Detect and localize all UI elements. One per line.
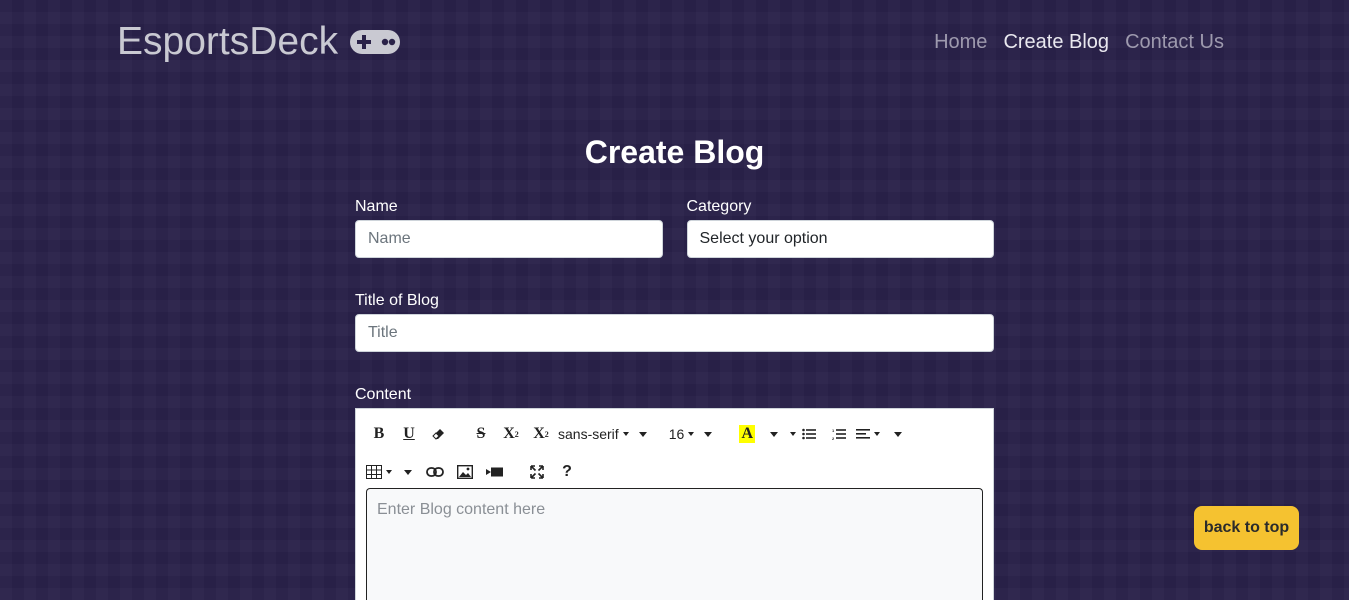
ordered-list-icon[interactable]: 12 (826, 421, 852, 447)
nav-link-create-blog[interactable]: Create Blog (1003, 31, 1109, 54)
align-left-icon (856, 429, 871, 439)
navbar: EsportsDeck Home Create Blog Contact Us (0, 0, 1349, 90)
bold-button[interactable]: B (366, 421, 392, 447)
superscript-button[interactable]: X2 (498, 421, 524, 447)
page-title: Create Blog (584, 134, 765, 170)
content-editable-area[interactable]: Enter Blog content here (366, 488, 983, 600)
text-color-icon: A (739, 425, 756, 443)
toolbar-row-2: ? (366, 453, 983, 491)
help-button[interactable]: ? (554, 459, 580, 485)
video-icon[interactable] (482, 459, 508, 485)
fullscreen-icon[interactable] (524, 459, 550, 485)
chevron-down-icon (770, 431, 779, 437)
chevron-down-icon (894, 431, 903, 437)
text-color-button[interactable]: A (734, 421, 760, 447)
font-size-dropdown[interactable]: 16 (669, 426, 713, 442)
content-label: Content (355, 386, 412, 403)
brand-link[interactable]: EsportsDeck (117, 20, 402, 64)
chevron-down-icon (704, 431, 713, 437)
eraser-icon[interactable] (426, 421, 452, 447)
content-placeholder: Enter Blog content here (377, 501, 546, 518)
brand-name: EsportsDeck (117, 20, 339, 63)
name-input[interactable] (355, 220, 663, 258)
font-family-dropdown[interactable]: sans-serif (558, 426, 647, 442)
editor-toolbar: B U S X2 X2 sans-serif 16 A 1 2 ? (356, 409, 993, 491)
svg-text:2: 2 (832, 436, 835, 440)
superscript-label: X (503, 425, 515, 442)
chevron-down-icon (874, 432, 881, 436)
table-icon (366, 465, 382, 479)
font-family-value: sans-serif (558, 426, 619, 442)
font-size-value: 16 (668, 426, 685, 442)
name-group: Name (355, 198, 663, 258)
name-category-row: Name Category Select your option (355, 198, 994, 258)
unordered-list-icon[interactable] (796, 421, 822, 447)
title-input[interactable] (355, 314, 994, 352)
subscript-button[interactable]: X2 (528, 421, 554, 447)
chevron-down-icon (404, 469, 412, 475)
gamepad-icon (350, 30, 401, 54)
category-label: Category (686, 198, 752, 215)
nav-link-home[interactable]: Home (934, 31, 987, 54)
rich-text-editor: B U S X2 X2 sans-serif 16 A 1 2 ? Enter … (355, 408, 994, 600)
toolbar-row-1: B U S X2 X2 sans-serif 16 A 1 2 (366, 415, 983, 453)
chevron-down-icon (386, 470, 392, 474)
content-group: Content B U S X2 X2 sans-serif 16 A 1 2 … (355, 386, 994, 600)
underline-button[interactable]: U (396, 421, 422, 447)
category-select-value: Select your option (699, 230, 828, 247)
nav-links: Home Create Blog Contact Us (934, 31, 1224, 54)
name-label: Name (355, 198, 398, 215)
link-icon[interactable] (422, 459, 448, 485)
subscript-label: X (533, 425, 545, 442)
back-to-top-button[interactable]: back to top (1194, 506, 1299, 550)
color-dropdown[interactable] (764, 431, 797, 437)
title-label: Title of Blog (355, 292, 439, 309)
strikethrough-button[interactable]: S (468, 421, 494, 447)
category-group: Category Select your option (686, 198, 994, 258)
category-select[interactable]: Select your option (686, 220, 994, 258)
table-dropdown[interactable] (366, 465, 412, 479)
image-icon[interactable] (452, 459, 478, 485)
nav-link-contact-us[interactable]: Contact Us (1125, 31, 1224, 54)
create-blog-form: Name Category Select your option Title o… (355, 198, 994, 600)
paragraph-align-dropdown[interactable] (856, 428, 903, 440)
chevron-down-icon (622, 432, 629, 436)
svg-text:1: 1 (832, 428, 835, 433)
title-group: Title of Blog (355, 292, 994, 352)
chevron-down-icon (638, 431, 647, 437)
chevron-down-icon (688, 432, 695, 436)
